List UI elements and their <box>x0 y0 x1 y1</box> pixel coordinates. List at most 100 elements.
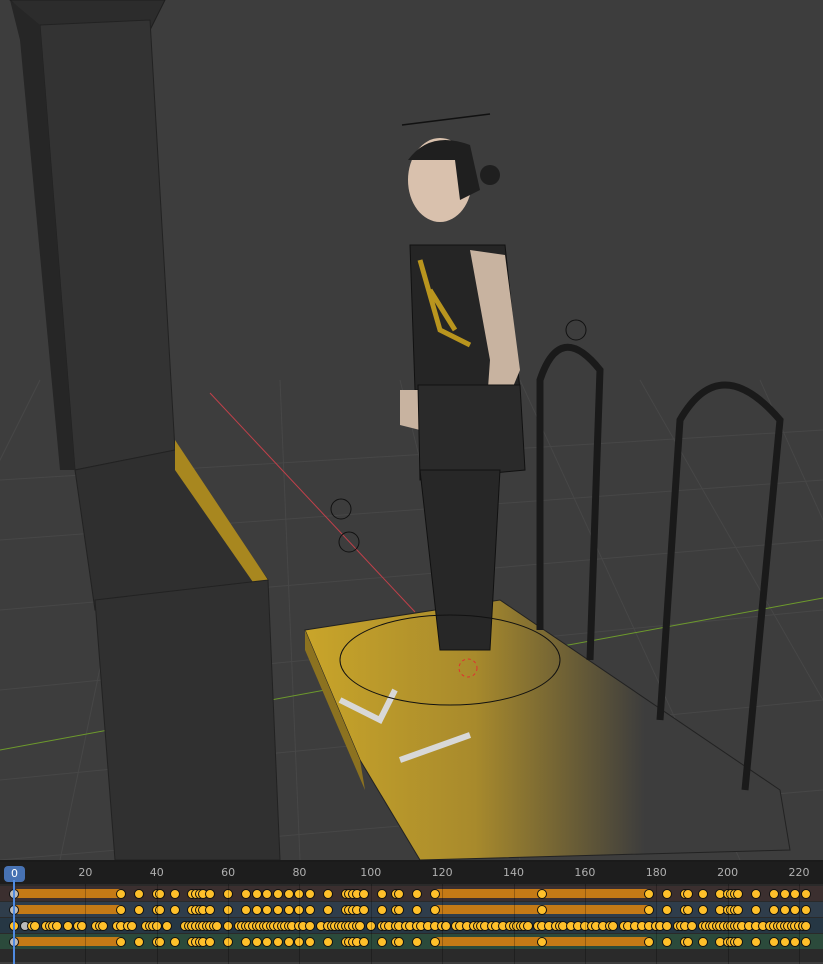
keyframe[interactable] <box>251 889 262 899</box>
keyframe[interactable] <box>394 937 405 947</box>
keyframe[interactable] <box>394 905 405 915</box>
viewport-scene[interactable] <box>0 0 823 860</box>
keyframe[interactable] <box>98 921 109 931</box>
keyframe[interactable] <box>779 905 790 915</box>
hold-bar[interactable] <box>542 889 650 898</box>
keyframe[interactable] <box>355 921 366 931</box>
keyframe[interactable] <box>412 905 423 915</box>
keyframe[interactable] <box>608 921 619 931</box>
keyframe[interactable] <box>305 905 316 915</box>
keyframe[interactable] <box>768 889 779 899</box>
keyframe[interactable] <box>733 905 744 915</box>
keyframe[interactable] <box>283 905 294 915</box>
keyframe[interactable] <box>262 889 273 899</box>
keyframe[interactable] <box>412 937 423 947</box>
keyframe[interactable] <box>116 937 127 947</box>
channel-row-4[interactable] <box>0 934 823 949</box>
keyframe[interactable] <box>801 905 812 915</box>
keyframe[interactable] <box>262 937 273 947</box>
keyframe[interactable] <box>205 937 216 947</box>
timeline-dopesheet[interactable]: 20 40 60 80 100 120 140 160 180 200 220 0 <box>0 860 823 964</box>
keyframe[interactable] <box>768 905 779 915</box>
keyframe[interactable] <box>697 905 708 915</box>
keyframe[interactable] <box>733 889 744 899</box>
keyframe[interactable] <box>683 889 694 899</box>
keyframe[interactable] <box>537 905 548 915</box>
keyframe[interactable] <box>522 921 533 931</box>
keyframe[interactable] <box>30 921 41 931</box>
keyframe[interactable] <box>273 889 284 899</box>
keyframe[interactable] <box>801 889 812 899</box>
keyframe[interactable] <box>697 889 708 899</box>
keyframe[interactable] <box>126 921 137 931</box>
keyframe[interactable] <box>661 921 672 931</box>
keyframe[interactable] <box>116 889 127 899</box>
hold-bar[interactable] <box>14 937 122 946</box>
channel-row-2[interactable] <box>0 902 823 917</box>
keyframe[interactable] <box>116 905 127 915</box>
keyframe[interactable] <box>305 889 316 899</box>
hold-bar[interactable] <box>14 905 122 914</box>
keyframe[interactable] <box>322 889 333 899</box>
frame-ruler[interactable]: 20 40 60 80 100 120 140 160 180 200 220 <box>0 862 823 884</box>
keyframe[interactable] <box>51 921 62 931</box>
keyframe[interactable] <box>62 921 73 931</box>
hold-bar[interactable] <box>435 905 543 914</box>
keyframe[interactable] <box>644 905 655 915</box>
keyframe[interactable] <box>322 905 333 915</box>
keyframe[interactable] <box>376 905 387 915</box>
keyframe[interactable] <box>661 905 672 915</box>
playhead[interactable] <box>13 880 15 964</box>
keyframe[interactable] <box>394 889 405 899</box>
keyframe[interactable] <box>273 905 284 915</box>
keyframe[interactable] <box>212 921 223 931</box>
keyframe[interactable] <box>537 889 548 899</box>
keyframe[interactable] <box>240 889 251 899</box>
channel-row-3[interactable] <box>0 918 823 933</box>
keyframe[interactable] <box>262 905 273 915</box>
keyframe[interactable] <box>240 905 251 915</box>
keyframe[interactable] <box>661 937 672 947</box>
keyframe[interactable] <box>358 937 369 947</box>
keyframe[interactable] <box>661 889 672 899</box>
keyframe[interactable] <box>251 937 262 947</box>
keyframe[interactable] <box>205 905 216 915</box>
keyframe[interactable] <box>283 889 294 899</box>
keyframe[interactable] <box>162 921 173 931</box>
keyframe[interactable] <box>751 937 762 947</box>
keyframe[interactable] <box>801 921 812 931</box>
hold-bar[interactable] <box>435 937 543 946</box>
keyframe[interactable] <box>358 905 369 915</box>
keyframe[interactable] <box>169 937 180 947</box>
keyframe[interactable] <box>273 937 284 947</box>
keyframe[interactable] <box>768 937 779 947</box>
keyframe[interactable] <box>169 905 180 915</box>
keyframe[interactable] <box>751 889 762 899</box>
keyframe[interactable] <box>644 937 655 947</box>
keyframe[interactable] <box>537 937 548 947</box>
keyframe[interactable] <box>358 889 369 899</box>
keyframe[interactable] <box>376 937 387 947</box>
3d-viewport[interactable] <box>0 0 823 860</box>
keyframe[interactable] <box>240 937 251 947</box>
hold-bar[interactable] <box>542 937 650 946</box>
keyframe[interactable] <box>376 889 387 899</box>
hold-bar[interactable] <box>542 905 650 914</box>
keyframe[interactable] <box>779 937 790 947</box>
keyframe[interactable] <box>305 921 316 931</box>
keyframe[interactable] <box>644 889 655 899</box>
keyframe[interactable] <box>683 937 694 947</box>
keyframe[interactable] <box>430 889 441 899</box>
keyframe[interactable] <box>779 889 790 899</box>
keyframe[interactable] <box>733 937 744 947</box>
keyframe[interactable] <box>251 905 262 915</box>
keyframe[interactable] <box>305 937 316 947</box>
keyframe[interactable] <box>683 905 694 915</box>
keyframe[interactable] <box>697 937 708 947</box>
keyframe[interactable] <box>133 937 144 947</box>
keyframe[interactable] <box>801 937 812 947</box>
keyframe[interactable] <box>283 937 294 947</box>
keyframe[interactable] <box>430 937 441 947</box>
keyframe[interactable] <box>169 889 180 899</box>
keyframe[interactable] <box>751 905 762 915</box>
